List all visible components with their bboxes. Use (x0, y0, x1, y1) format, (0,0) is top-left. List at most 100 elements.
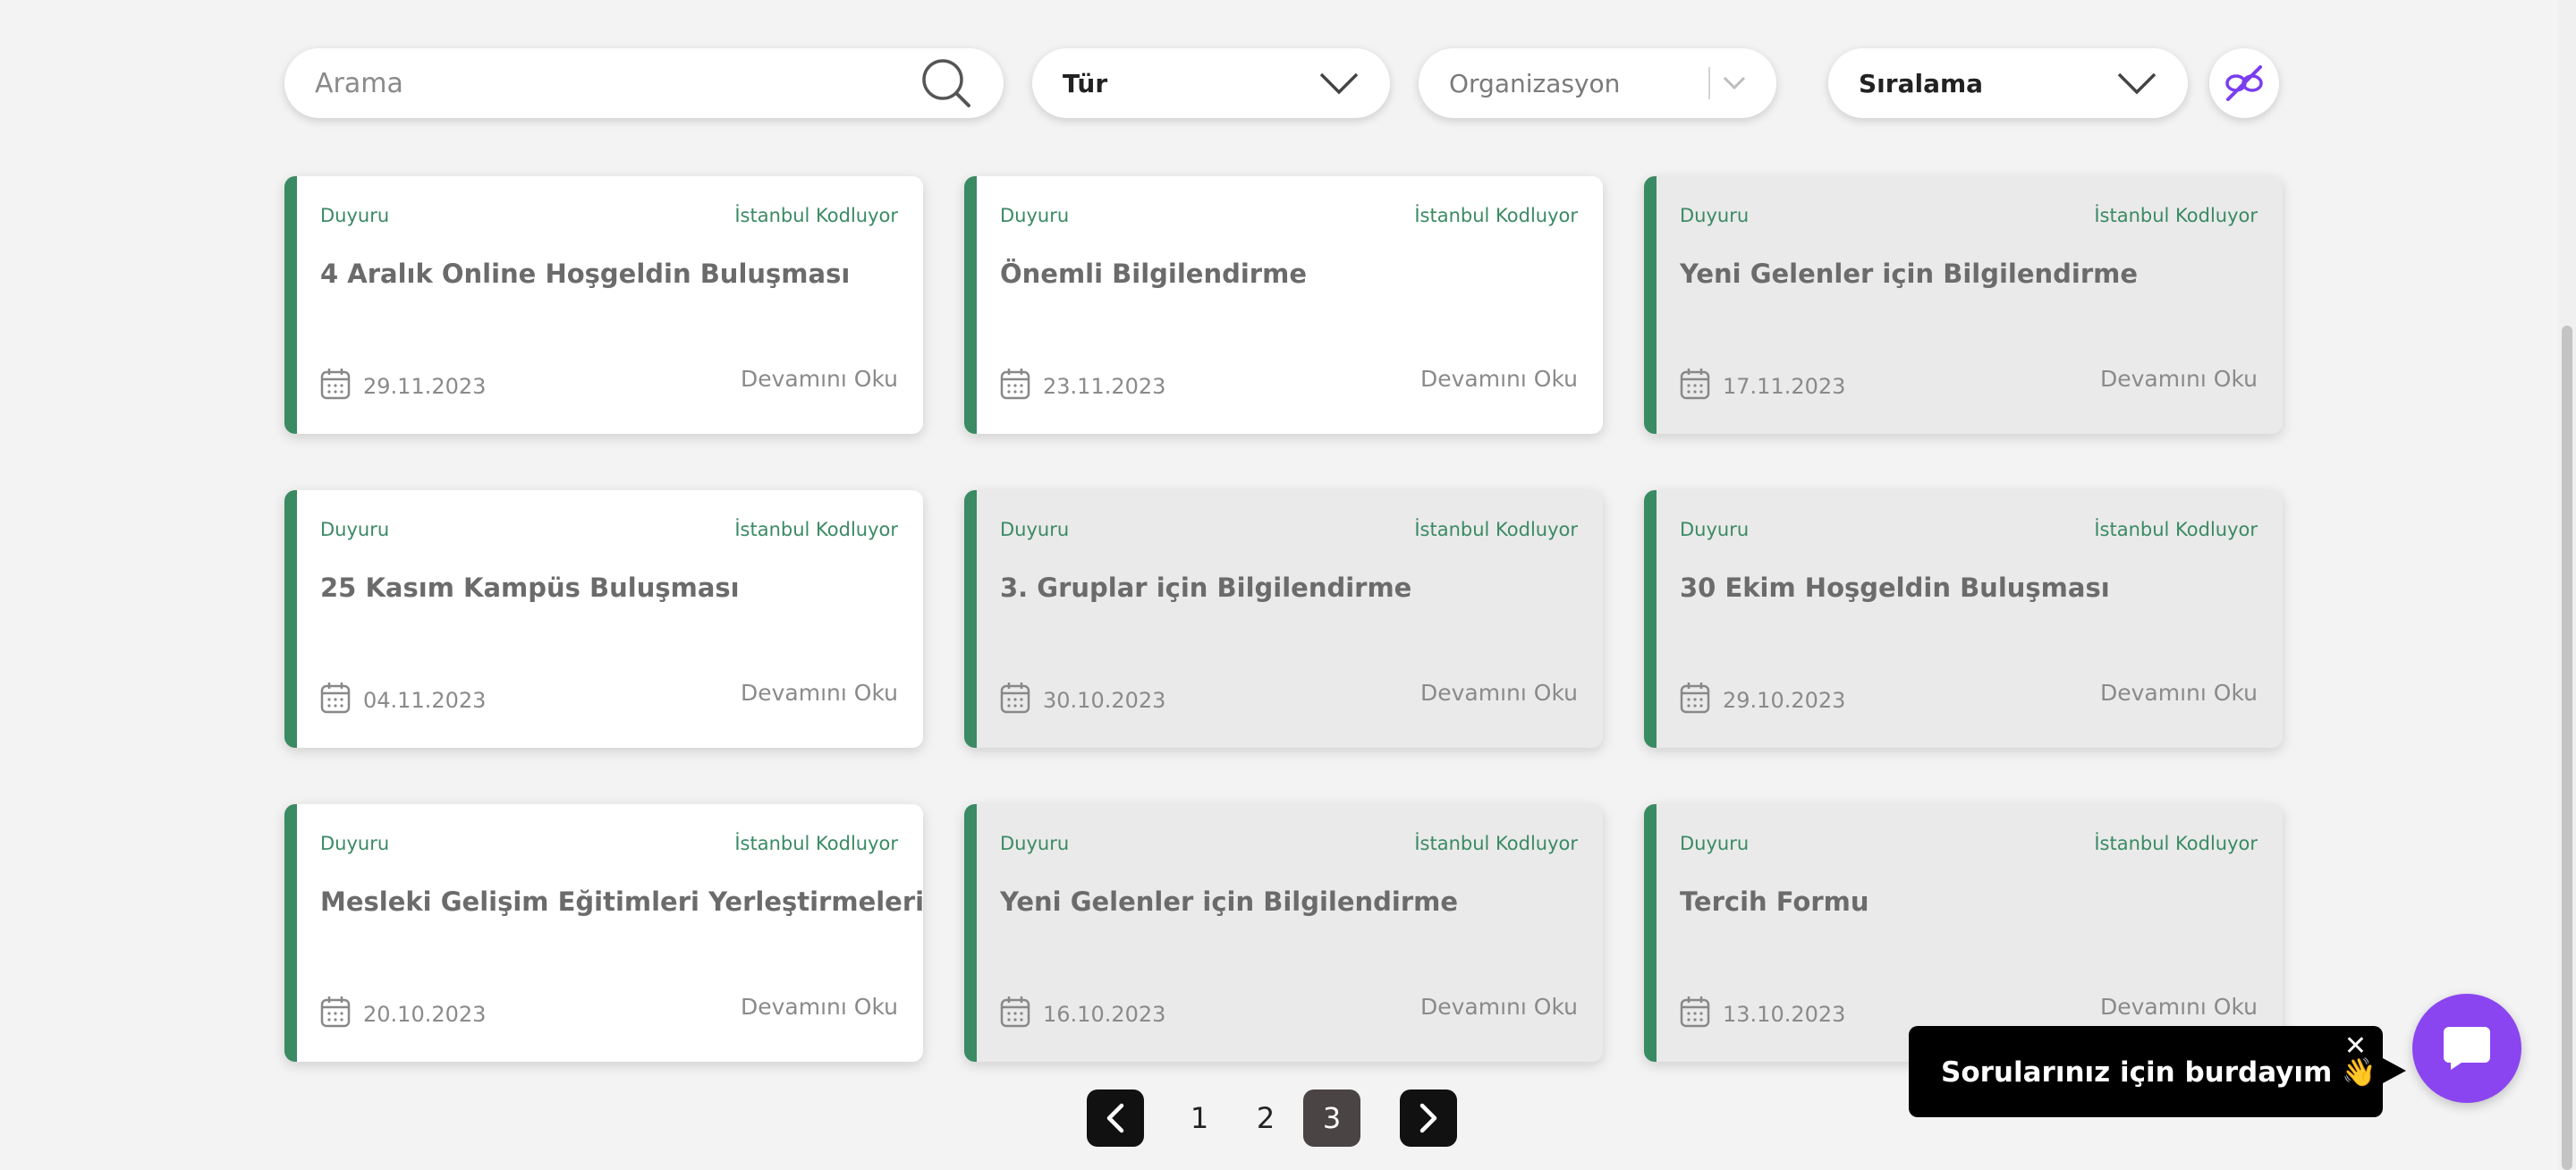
select-separator (1708, 67, 1710, 99)
sort-select[interactable]: Sıralama (1828, 48, 2188, 118)
card-date: 30.10.2023 (1043, 688, 1166, 713)
page-3-button[interactable]: 3 (1303, 1089, 1360, 1147)
card-accent-stripe (284, 176, 297, 434)
read-more-link[interactable]: Devamını Oku (1420, 680, 1578, 706)
card-title: Yeni Gelenler için Bilgilendirme (1000, 886, 1459, 917)
announcement-card[interactable]: Duyuru İstanbul Kodluyor 30 Ekim Hoşgeld… (1644, 490, 2283, 748)
organization-select[interactable]: Organizasyon (1419, 48, 1776, 118)
next-page-button[interactable] (1400, 1089, 1457, 1147)
card-type: Duyuru (1680, 519, 1750, 540)
announcement-card[interactable]: Duyuru İstanbul Kodluyor Yeni Gelenler i… (1644, 176, 2283, 434)
calendar-icon (320, 682, 351, 714)
chat-button[interactable] (2412, 994, 2521, 1103)
card-type: Duyuru (1680, 833, 1750, 854)
read-more-link[interactable]: Devamını Oku (741, 366, 898, 392)
card-organization: İstanbul Kodluyor (734, 833, 898, 854)
search-box[interactable] (284, 48, 1004, 118)
type-select-label: Tür (1063, 68, 1108, 98)
card-organization: İstanbul Kodluyor (1414, 205, 1578, 226)
card-title: Yeni Gelenler için Bilgilendirme (1680, 259, 2139, 289)
chat-icon (2444, 1027, 2490, 1070)
scrollbar[interactable] (2558, 0, 2576, 1170)
read-more-link[interactable]: Devamını Oku (741, 994, 898, 1020)
filter-bar: Tür Organizasyon Sıralama (0, 48, 2576, 118)
card-type: Duyuru (1000, 833, 1070, 854)
card-date-group: 20.10.2023 (320, 996, 486, 1028)
card-title: Mesleki Gelişim Eğitimleri Yerleştirmele… (320, 886, 923, 917)
read-more-link[interactable]: Devamını Oku (1420, 994, 1578, 1020)
card-type: Duyuru (320, 205, 390, 226)
card-title: 25 Kasım Kampüs Buluşması (320, 572, 740, 603)
announcement-card[interactable]: Duyuru İstanbul Kodluyor 25 Kasım Kampüs… (284, 490, 923, 748)
card-organization: İstanbul Kodluyor (2094, 519, 2258, 540)
announcement-card[interactable]: Duyuru İstanbul Kodluyor Tercih Formu 13… (1644, 804, 2283, 1062)
scrollbar-thumb[interactable] (2562, 326, 2572, 1170)
chevron-down-icon (1319, 72, 1359, 95)
read-more-link[interactable]: Devamını Oku (2100, 366, 2258, 392)
search-input[interactable] (315, 67, 911, 99)
chevron-right-icon (1419, 1103, 1437, 1133)
page-2-button[interactable]: 2 (1237, 1089, 1294, 1147)
card-type: Duyuru (320, 833, 390, 854)
chevron-down-icon (2117, 72, 2157, 95)
card-date-group: 29.10.2023 (1680, 682, 1845, 714)
card-date: 16.10.2023 (1043, 1002, 1166, 1027)
card-organization: İstanbul Kodluyor (734, 519, 898, 540)
card-title: Önemli Bilgilendirme (1000, 259, 1307, 289)
calendar-icon (1680, 369, 1710, 400)
chat-tooltip-text: Sorularınız için burdayım 👋 (1941, 1056, 2377, 1089)
announcement-card[interactable]: Duyuru İstanbul Kodluyor 4 Aralık Online… (284, 176, 923, 434)
card-type: Duyuru (1000, 205, 1070, 226)
card-date-group: 23.11.2023 (1000, 368, 1165, 400)
card-accent-stripe (964, 176, 977, 434)
announcement-card[interactable]: Duyuru İstanbul Kodluyor Önemli Bilgilen… (964, 176, 1603, 434)
card-accent-stripe (1644, 176, 1657, 434)
card-organization: İstanbul Kodluyor (2094, 833, 2258, 854)
read-more-link[interactable]: Devamını Oku (741, 680, 898, 706)
calendar-icon (320, 369, 351, 400)
page-1-button[interactable]: 1 (1171, 1089, 1228, 1147)
card-accent-stripe (284, 804, 297, 1062)
close-icon[interactable]: ✕ (2344, 1033, 2367, 1060)
read-more-link[interactable]: Devamını Oku (2100, 994, 2258, 1020)
clear-filters-button[interactable] (2209, 48, 2279, 118)
chevron-down-icon (1723, 76, 1746, 90)
card-date-group: 30.10.2023 (1000, 682, 1165, 714)
calendar-icon (1680, 682, 1710, 714)
read-more-link[interactable]: Devamını Oku (2100, 680, 2258, 706)
calendar-icon (1000, 996, 1030, 1028)
card-accent-stripe (964, 490, 977, 748)
search-icon[interactable] (919, 56, 973, 110)
card-date: 29.10.2023 (1723, 688, 1846, 713)
card-date-group: 29.11.2023 (320, 368, 486, 400)
card-title: 4 Aralık Online Hoşgeldin Buluşması (320, 259, 851, 289)
prev-page-button[interactable] (1087, 1089, 1144, 1147)
card-organization: İstanbul Kodluyor (1414, 833, 1578, 854)
card-organization: İstanbul Kodluyor (2094, 205, 2258, 226)
card-title: 30 Ekim Hoşgeldin Buluşması (1680, 572, 2110, 603)
announcement-card[interactable]: Duyuru İstanbul Kodluyor Mesleki Gelişim… (284, 804, 923, 1062)
filter-clear-icon (2225, 65, 2263, 101)
announcement-card[interactable]: Duyuru İstanbul Kodluyor 3. Gruplar için… (964, 490, 1603, 748)
chat-tooltip[interactable]: Sorularınız için burdayım 👋 ✕ (1909, 1026, 2406, 1117)
card-accent-stripe (1644, 804, 1657, 1062)
tooltip-arrow (2383, 1058, 2406, 1083)
card-accent-stripe (284, 490, 297, 748)
announcement-card[interactable]: Duyuru İstanbul Kodluyor Yeni Gelenler i… (964, 804, 1603, 1062)
card-accent-stripe (964, 804, 977, 1062)
card-date: 04.11.2023 (363, 688, 487, 713)
card-date: 23.11.2023 (1043, 374, 1166, 399)
organization-select-label: Organizasyon (1449, 68, 1621, 98)
calendar-icon (1000, 369, 1030, 400)
card-date: 17.11.2023 (1723, 374, 1846, 399)
card-organization: İstanbul Kodluyor (1414, 519, 1578, 540)
card-title: 3. Gruplar için Bilgilendirme (1000, 572, 1412, 603)
calendar-icon (1680, 996, 1710, 1028)
card-date-group: 17.11.2023 (1680, 368, 1845, 400)
type-select[interactable]: Tür (1032, 48, 1390, 118)
card-organization: İstanbul Kodluyor (734, 205, 898, 226)
card-date-group: 04.11.2023 (320, 682, 486, 714)
card-date: 29.11.2023 (363, 374, 487, 399)
card-date-group: 16.10.2023 (1000, 996, 1165, 1028)
read-more-link[interactable]: Devamını Oku (1420, 366, 1578, 392)
